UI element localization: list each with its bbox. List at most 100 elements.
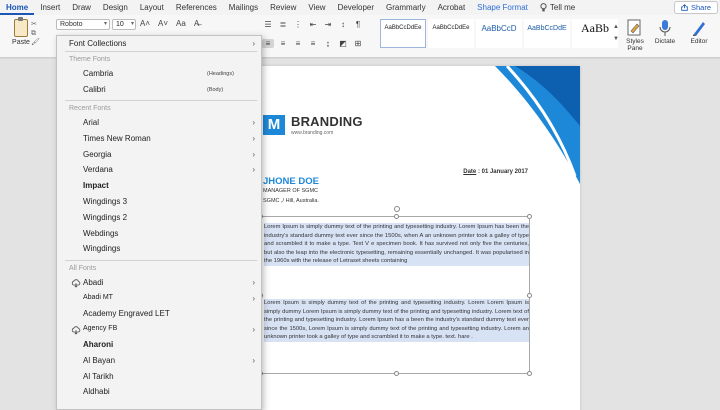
resize-handle[interactable] bbox=[527, 371, 532, 376]
font-option-georgia[interactable]: Georgia › bbox=[57, 147, 261, 163]
font-option-al-tarikh[interactable]: Al Tarikh bbox=[57, 369, 261, 385]
share-button[interactable]: Share bbox=[673, 1, 718, 14]
clear-formatting-icon[interactable]: A̶ bbox=[194, 19, 199, 28]
borders-icon[interactable]: ⊞ bbox=[352, 39, 364, 48]
font-option-verdana[interactable]: Verdana › bbox=[57, 162, 261, 178]
resize-handle[interactable] bbox=[527, 293, 532, 298]
shading-icon[interactable]: ◩ bbox=[337, 39, 349, 48]
person-name: JHONE DOE bbox=[263, 176, 319, 187]
font-name-select[interactable]: Roboto ▾ bbox=[56, 19, 110, 30]
recent-fonts-heading: Recent Fonts bbox=[69, 105, 111, 112]
tab-home[interactable]: Home bbox=[0, 0, 35, 15]
font-option-wingdings-3[interactable]: Wingdings 3 bbox=[57, 194, 261, 210]
editor-pen-icon bbox=[693, 22, 705, 36]
font-option-impact[interactable]: Impact bbox=[57, 178, 261, 194]
person-role: MANAGER OF SGMC bbox=[263, 188, 319, 194]
change-case-icon[interactable]: Aa bbox=[176, 19, 186, 28]
align-right-icon[interactable]: ≡ bbox=[292, 39, 304, 48]
style-title[interactable]: AaBbTitle bbox=[572, 19, 618, 136]
dictate-label: Dictate bbox=[654, 38, 676, 45]
tab-shape-format[interactable]: Shape Format bbox=[471, 0, 534, 15]
align-center-icon[interactable]: ≡ bbox=[277, 39, 289, 48]
tab-view[interactable]: View bbox=[302, 0, 331, 15]
share-icon bbox=[681, 4, 688, 11]
document-page[interactable]: M BRANDING www.branding.com Date : 01 Ja… bbox=[230, 66, 580, 410]
resize-handle[interactable] bbox=[394, 214, 399, 219]
corner-decoration bbox=[495, 66, 580, 184]
clipboard-icon bbox=[14, 17, 28, 37]
multilevel-list-icon[interactable]: ⋮ bbox=[292, 20, 304, 29]
font-option-wingdings[interactable]: Wingdings bbox=[57, 241, 261, 257]
tab-draw[interactable]: Draw bbox=[66, 0, 97, 15]
tab-layout[interactable]: Layout bbox=[134, 0, 170, 15]
align-left-icon[interactable]: ≡ bbox=[262, 39, 274, 48]
font-option-arial[interactable]: Arial › bbox=[57, 115, 261, 131]
rotate-handle[interactable] bbox=[394, 206, 400, 212]
numbering-icon[interactable]: ≣ bbox=[277, 20, 289, 29]
style-sample: AaBbCcDdEe bbox=[384, 25, 422, 31]
dictate-button[interactable]: Dictate bbox=[650, 18, 680, 45]
font-option-label: Wingdings bbox=[83, 244, 121, 254]
tab-insert[interactable]: Insert bbox=[34, 0, 66, 15]
font-option-label: Aharoni bbox=[83, 340, 114, 350]
tab-acrobat[interactable]: Acrobat bbox=[432, 0, 472, 15]
font-option-aldhabi[interactable]: Aldhabi bbox=[57, 384, 261, 400]
font-collections-item[interactable]: Font Collections › bbox=[57, 37, 261, 50]
date-label: Date bbox=[463, 169, 477, 175]
sort-icon[interactable]: ↕ bbox=[337, 20, 349, 29]
tab-references[interactable]: References bbox=[170, 0, 223, 15]
font-option-aharoni[interactable]: Aharoni bbox=[57, 337, 261, 353]
styles-pane-button[interactable]: Styles Pane bbox=[620, 18, 650, 52]
font-option-wingdings-2[interactable]: Wingdings 2 bbox=[57, 210, 261, 226]
brand-name: BRANDING bbox=[291, 114, 363, 129]
body-paragraph-1[interactable]: Lorem Ipsum is simply dummy text of the … bbox=[264, 223, 529, 266]
copy-icon[interactable]: ⧉ bbox=[31, 29, 41, 38]
format-painter-icon[interactable]: 🖌 bbox=[31, 38, 41, 47]
style-no-spacing[interactable]: AaBbCcDdEeNo Spacing bbox=[428, 19, 483, 142]
style-heading-2[interactable]: AaBbCcDdEHeading 2 bbox=[524, 19, 580, 142]
resize-handle[interactable] bbox=[394, 371, 399, 376]
show-formatting-icon[interactable]: ¶ bbox=[352, 20, 364, 29]
brand-logo: M BRANDING www.branding.com bbox=[263, 114, 363, 136]
grow-font-icon[interactable]: A˄ bbox=[140, 19, 150, 28]
font-option-label: Academy Engraved LET bbox=[83, 309, 170, 319]
style-heading-1[interactable]: AaBbCcDHeading 1 bbox=[476, 19, 532, 142]
font-option-webdings[interactable]: Webdings bbox=[57, 226, 261, 242]
cut-icon[interactable]: ✂ bbox=[31, 20, 41, 29]
selected-text-box[interactable]: Lorem Ipsum is simply dummy text of the … bbox=[258, 206, 532, 376]
font-option-times-new-roman[interactable]: Times New Roman › bbox=[57, 131, 261, 147]
tab-review[interactable]: Review bbox=[264, 0, 302, 15]
increase-indent-icon[interactable]: ⇥ bbox=[322, 20, 334, 29]
font-option-abadi-mt[interactable]: Abadi MT › bbox=[57, 291, 261, 307]
logo-mark: M bbox=[263, 115, 285, 135]
font-size-select[interactable]: 10 ▾ bbox=[112, 19, 136, 30]
style-normal[interactable]: AaBbCcDdEeNormal bbox=[380, 19, 433, 136]
tab-grammarly[interactable]: Grammarly bbox=[380, 0, 432, 15]
tab-mailings[interactable]: Mailings bbox=[223, 0, 264, 15]
font-dropdown-menu: Font Collections › Theme Fonts Recent Fo… bbox=[56, 35, 262, 410]
chevron-right-icon: › bbox=[252, 293, 255, 303]
chevron-right-icon: › bbox=[252, 39, 255, 48]
font-option-label: Verdana bbox=[83, 165, 113, 175]
font-option-abadi[interactable]: Abadi › bbox=[57, 275, 261, 291]
line-spacing-icon[interactable]: ↨ bbox=[322, 39, 334, 48]
font-option-calibri[interactable]: Calibri (Body) bbox=[57, 82, 261, 98]
font-option-al-bayan[interactable]: Al Bayan › bbox=[57, 353, 261, 369]
body-paragraph-2[interactable]: Lorem Ipsum is simply dummy text of the … bbox=[264, 299, 529, 342]
chevron-down-icon: ▾ bbox=[103, 21, 107, 27]
font-option-label: Agency FB bbox=[83, 324, 118, 332]
tell-me-search[interactable]: Tell me bbox=[534, 0, 581, 15]
resize-handle[interactable] bbox=[527, 214, 532, 219]
editor-button[interactable]: Editor bbox=[684, 18, 714, 45]
tab-developer[interactable]: Developer bbox=[332, 0, 380, 15]
styles-scroll[interactable]: ▲ ▼ bbox=[613, 21, 619, 45]
shrink-font-icon[interactable]: A˅ bbox=[158, 19, 168, 28]
bullets-icon[interactable]: ☰ bbox=[262, 20, 274, 29]
justify-icon[interactable]: ≡ bbox=[307, 39, 319, 48]
person-address: SGMC ,/ Hill, Australia. bbox=[263, 198, 319, 204]
font-option-agency-fb[interactable]: Agency FB › bbox=[57, 322, 261, 338]
font-option-academy-engraved-let[interactable]: Academy Engraved LET bbox=[57, 306, 261, 322]
decrease-indent-icon[interactable]: ⇤ bbox=[307, 20, 319, 29]
tab-design[interactable]: Design bbox=[97, 0, 134, 15]
font-option-cambria[interactable]: Cambria (Headings) bbox=[57, 66, 261, 82]
